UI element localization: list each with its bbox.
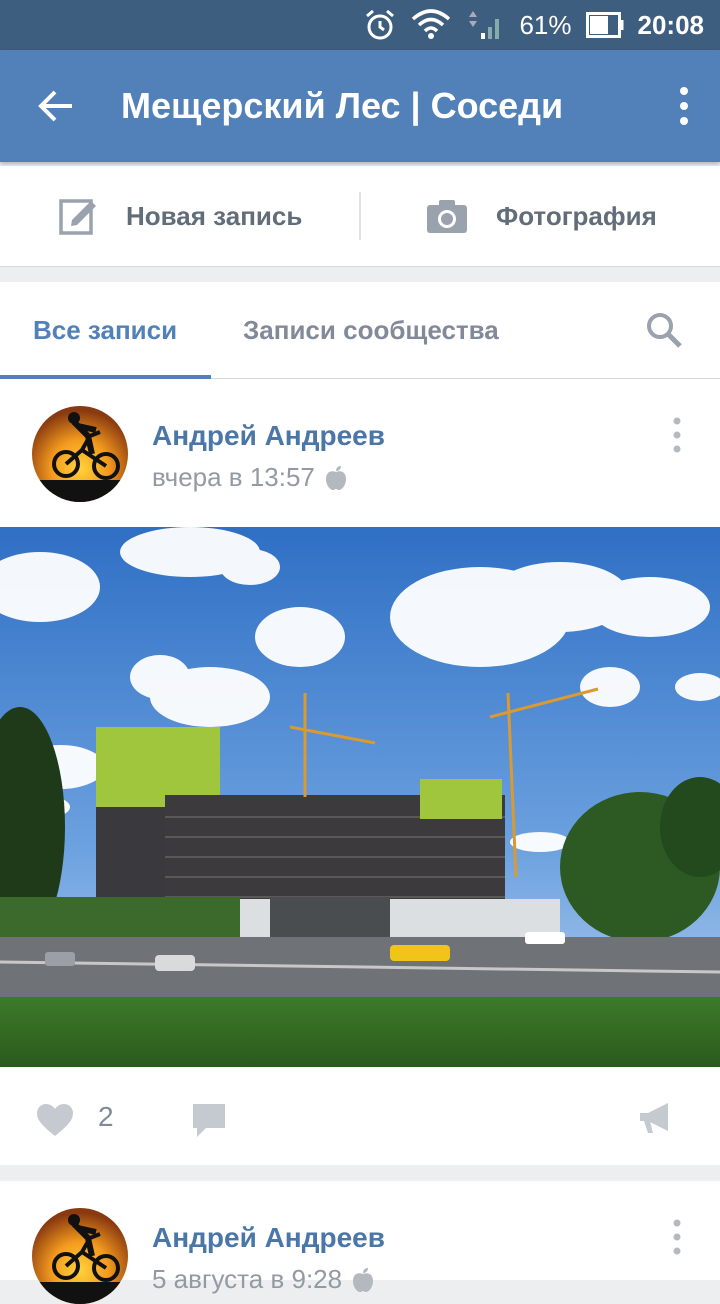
post-photo[interactable] xyxy=(0,527,720,1067)
search-icon[interactable] xyxy=(646,312,682,348)
battery-icon xyxy=(585,12,623,38)
more-vert-icon[interactable] xyxy=(672,417,682,453)
post-time: вчера в 13:57 xyxy=(152,462,347,493)
avatar[interactable] xyxy=(32,1208,128,1304)
edit-icon xyxy=(59,199,96,235)
status-time: 20:08 xyxy=(637,9,705,40)
status-bar: 61% 20:08 xyxy=(0,0,720,50)
app-bar: Мещерский Лес | Соседи xyxy=(0,50,720,162)
more-vert-icon[interactable] xyxy=(672,1219,682,1255)
post-actions: Новая запись Фотография xyxy=(0,166,720,267)
apple-icon xyxy=(325,465,346,490)
divider xyxy=(359,192,361,240)
heart-icon[interactable] xyxy=(36,1103,74,1137)
tab-community-posts[interactable]: Записи сообщества xyxy=(243,282,499,378)
photo-button[interactable]: Фотография xyxy=(426,166,657,266)
arrow-back-icon[interactable] xyxy=(36,86,76,126)
alarm-icon xyxy=(366,9,395,40)
new-post-label: Новая запись xyxy=(126,200,303,231)
like-count: 2 xyxy=(98,1101,114,1132)
share-megaphone-icon[interactable] xyxy=(638,1101,674,1135)
page-title: Мещерский Лес | Соседи xyxy=(121,85,564,126)
post-time-text: вчера в 13:57 xyxy=(152,462,315,492)
status-icons: 61% 20:08 xyxy=(363,0,704,50)
post-author[interactable]: Андрей Андреев xyxy=(152,1222,385,1254)
more-vert-icon[interactable] xyxy=(678,86,690,126)
post-card: Андрей Андреев 5 августа в 9:28 xyxy=(0,1181,720,1304)
camera-icon xyxy=(427,200,467,233)
avatar-image xyxy=(32,1208,128,1304)
post-card: Андрей Андреев вчера в 13:57 2 xyxy=(0,379,720,1165)
post-footer: 2 xyxy=(0,1067,720,1167)
photo-label: Фотография xyxy=(496,200,657,231)
tab-all-posts[interactable]: Все записи xyxy=(33,282,177,378)
avatar[interactable] xyxy=(32,406,128,502)
comment-icon[interactable] xyxy=(192,1103,226,1139)
avatar-image xyxy=(32,406,128,502)
feed-tabs: Все записи Записи сообщества xyxy=(0,282,720,379)
post-author[interactable]: Андрей Андреев xyxy=(152,420,385,452)
new-post-button[interactable]: Новая запись xyxy=(58,166,302,266)
wifi-icon xyxy=(412,9,451,39)
battery-percent: 61% xyxy=(519,9,572,40)
signal-icon xyxy=(469,11,500,39)
